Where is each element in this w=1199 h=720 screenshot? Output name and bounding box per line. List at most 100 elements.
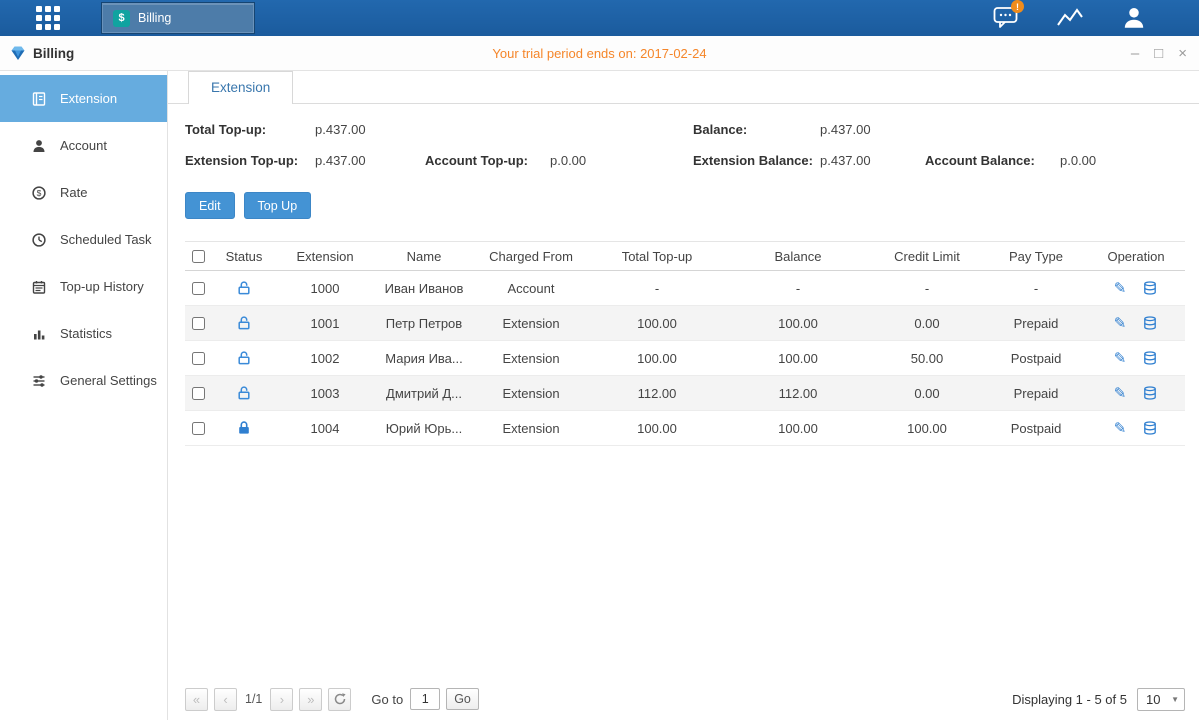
extension-name: Мария Ива... xyxy=(373,351,475,366)
unlocked-icon[interactable] xyxy=(236,315,252,331)
notification-badge: ! xyxy=(1011,0,1024,13)
first-page-button[interactable]: « xyxy=(185,688,208,711)
edit-pencil-icon[interactable]: ✎ xyxy=(1114,281,1127,296)
col-balance: Balance xyxy=(727,249,869,264)
sidebar-item-rate[interactable]: $ Rate xyxy=(0,169,167,216)
topbar-status-icons: ! xyxy=(991,4,1149,32)
minimize-icon[interactable]: – xyxy=(1131,46,1139,61)
page-size-select[interactable]: 10 ▼ xyxy=(1137,688,1185,711)
refresh-button[interactable] xyxy=(328,688,351,711)
pay-type: Prepaid xyxy=(985,316,1087,331)
locked-icon[interactable] xyxy=(236,420,252,436)
total-topup: 100.00 xyxy=(587,316,727,331)
sidebar-item-label: Extension xyxy=(60,91,117,106)
svg-text:$: $ xyxy=(36,188,41,198)
extension-balance-label: Extension Balance: xyxy=(693,153,813,168)
sidebar-item-general-settings[interactable]: General Settings xyxy=(0,357,167,404)
pay-type: Postpaid xyxy=(985,421,1087,436)
window-titlebar: Billing Your trial period ends on: 2017-… xyxy=(0,36,1199,71)
trial-period-notice: Your trial period ends on: 2017-02-24 xyxy=(0,36,1199,70)
total-topup: 112.00 xyxy=(587,386,727,401)
total-topup: - xyxy=(587,281,727,296)
topup-coins-icon[interactable] xyxy=(1142,280,1158,296)
extension-number: 1002 xyxy=(277,351,373,366)
calendar-icon xyxy=(30,278,47,295)
sidebar-item-extension[interactable]: Extension xyxy=(0,75,167,122)
unlocked-icon[interactable] xyxy=(236,350,252,366)
topup-coins-icon[interactable] xyxy=(1142,385,1158,401)
extension-panel: Total Top-up: p.437.00 Balance: p.437.00… xyxy=(168,104,1199,720)
balance-label: Balance: xyxy=(693,122,747,137)
sidebar-item-statistics[interactable]: Statistics xyxy=(0,310,167,357)
row-checkbox[interactable] xyxy=(192,422,205,435)
sidebar-item-account[interactable]: Account xyxy=(0,122,167,169)
account-topup-value: p.0.00 xyxy=(550,153,586,168)
chevron-down-icon: ▼ xyxy=(1171,695,1179,704)
pay-type: Prepaid xyxy=(985,386,1087,401)
account-person-icon xyxy=(30,137,47,154)
table-header-row: Status Extension Name Charged From Total… xyxy=(185,241,1185,271)
credit-limit: - xyxy=(869,281,985,296)
col-charged-from: Charged From xyxy=(475,249,587,264)
charged-from: Extension xyxy=(475,351,587,366)
charged-from: Extension xyxy=(475,421,587,436)
select-all-checkbox[interactable] xyxy=(192,250,205,263)
extension-number: 1003 xyxy=(277,386,373,401)
next-page-button[interactable]: › xyxy=(270,688,293,711)
extension-number: 1001 xyxy=(277,316,373,331)
col-credit-limit: Credit Limit xyxy=(869,249,985,264)
extension-name: Юрий Юрь... xyxy=(373,421,475,436)
chat-icon[interactable]: ! xyxy=(991,4,1021,32)
close-icon[interactable]: × xyxy=(1178,46,1187,61)
row-checkbox[interactable] xyxy=(192,387,205,400)
apps-grid-icon[interactable] xyxy=(36,6,60,30)
charged-from: Extension xyxy=(475,386,587,401)
sidebar-item-label: General Settings xyxy=(60,373,157,388)
taskbar-tab-billing[interactable]: $ Billing xyxy=(102,3,254,33)
unlocked-icon[interactable] xyxy=(236,385,252,401)
row-checkbox[interactable] xyxy=(192,352,205,365)
billing-dollar-icon: $ xyxy=(113,10,130,27)
topup-coins-icon[interactable] xyxy=(1142,420,1158,436)
prev-page-button[interactable]: ‹ xyxy=(214,688,237,711)
table-row: 1004 Юрий Юрь... Extension 100.00 100.00… xyxy=(185,411,1185,446)
extension-topup-value: p.437.00 xyxy=(315,153,366,168)
main-content: Extension Total Top-up: p.437.00 Balance… xyxy=(168,71,1199,720)
balance-summary: Total Top-up: p.437.00 Balance: p.437.00… xyxy=(185,118,1185,180)
sidebar-item-topup-history[interactable]: Top-up History xyxy=(0,263,167,310)
billing-app-window: $ Billing ! xyxy=(0,0,1199,720)
row-checkbox[interactable] xyxy=(192,317,205,330)
extension-topup-label: Extension Top-up: xyxy=(185,153,298,168)
goto-page-input[interactable] xyxy=(410,688,440,710)
edit-pencil-icon[interactable]: ✎ xyxy=(1114,421,1127,436)
top-up-button[interactable]: Top Up xyxy=(244,192,312,219)
row-checkbox[interactable] xyxy=(192,282,205,295)
col-extension: Extension xyxy=(277,249,373,264)
table-row: 1002 Мария Ива... Extension 100.00 100.0… xyxy=(185,341,1185,376)
reports-chart-icon[interactable] xyxy=(1055,4,1085,32)
edit-pencil-icon[interactable]: ✎ xyxy=(1114,316,1127,331)
maximize-icon[interactable]: □ xyxy=(1154,46,1163,61)
user-account-icon[interactable] xyxy=(1119,4,1149,32)
credit-limit: 0.00 xyxy=(869,386,985,401)
extension-balance-value: p.437.00 xyxy=(820,153,871,168)
balance: 100.00 xyxy=(727,351,869,366)
edit-pencil-icon[interactable]: ✎ xyxy=(1114,386,1127,401)
extension-name: Дмитрий Д... xyxy=(373,386,475,401)
displaying-count: Displaying 1 - 5 of 5 xyxy=(1012,692,1127,707)
tab-extension[interactable]: Extension xyxy=(188,71,293,104)
go-button[interactable]: Go xyxy=(446,688,479,710)
rate-coin-icon: $ xyxy=(30,184,47,201)
taskbar-tab-label: Billing xyxy=(138,11,171,25)
last-page-button[interactable]: » xyxy=(299,688,322,711)
unlocked-icon[interactable] xyxy=(236,280,252,296)
edit-pencil-icon[interactable]: ✎ xyxy=(1114,351,1127,366)
topup-coins-icon[interactable] xyxy=(1142,315,1158,331)
sidebar-item-scheduled-task[interactable]: Scheduled Task xyxy=(0,216,167,263)
balance-value: p.437.00 xyxy=(820,122,871,137)
pagination-bar: « ‹ 1/1 › » Go to Go Displa xyxy=(185,686,1185,712)
page-size-value: 10 xyxy=(1146,692,1160,707)
account-topup-label: Account Top-up: xyxy=(425,153,528,168)
topup-coins-icon[interactable] xyxy=(1142,350,1158,366)
edit-button[interactable]: Edit xyxy=(185,192,235,219)
